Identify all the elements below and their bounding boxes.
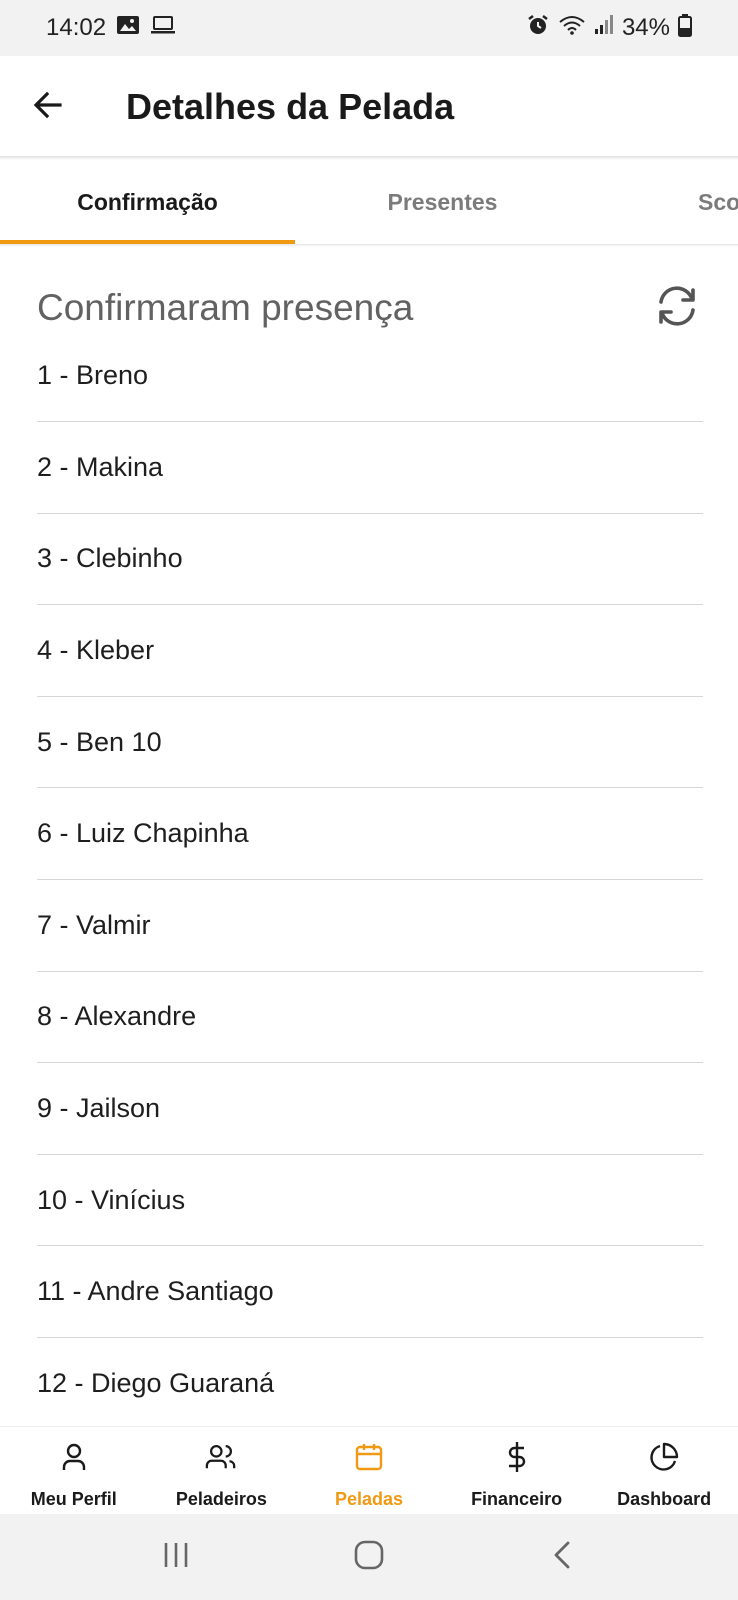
pie-chart-icon [648, 1441, 680, 1473]
page-title: Detalhes da Pelada [126, 86, 455, 127]
list-item[interactable]: 4 - Kleber [37, 605, 703, 697]
list-item[interactable]: 9 - Jailson [37, 1063, 703, 1155]
list-item[interactable]: 2 - Makina [37, 422, 703, 514]
nav-label: Dashboard [617, 1489, 712, 1509]
refresh-button[interactable] [651, 282, 703, 334]
system-nav-bar [0, 1514, 738, 1600]
nav-peladeiros[interactable]: Peladeiros [148, 1427, 296, 1514]
tab-bar: Confirmação Presentes Sco [0, 160, 738, 244]
app-bar: Detalhes da Pelada [0, 56, 738, 158]
list-item[interactable]: 5 - Ben 10 [37, 697, 703, 789]
signal-icon [594, 14, 614, 43]
tab-presentes[interactable]: Presentes [295, 160, 590, 244]
status-left: 14:02 [46, 14, 176, 43]
back-button[interactable] [24, 83, 72, 131]
tab-sco[interactable]: Sco [590, 160, 738, 244]
system-back-button[interactable] [532, 1532, 592, 1582]
list-item[interactable]: 10 - Vinícius [37, 1155, 703, 1247]
list-item[interactable]: 8 - Alexandre [37, 972, 703, 1064]
nav-label: Financeiro [471, 1489, 563, 1509]
home-button[interactable] [339, 1532, 399, 1582]
nav-peladas[interactable]: Peladas [295, 1427, 443, 1514]
alarm-icon [526, 13, 550, 44]
nav-label: Peladas [334, 1489, 403, 1509]
recent-apps-button[interactable] [146, 1532, 206, 1582]
dollar-icon [501, 1441, 533, 1473]
chevron-left-icon [552, 1540, 572, 1575]
laptop-icon [150, 14, 176, 43]
battery-icon [678, 13, 692, 44]
status-bar: 14:02 34% [0, 0, 738, 56]
list-item[interactable]: 3 - Clebinho [37, 514, 703, 606]
nav-label: Peladeiros [175, 1489, 267, 1509]
arrow-left-icon [32, 89, 64, 126]
battery-text: 34% [621, 14, 670, 41]
wifi-icon [558, 14, 586, 43]
users-icon [205, 1441, 237, 1473]
list-item[interactable]: 6 - Luiz Chapinha [37, 788, 703, 880]
image-icon [116, 14, 140, 43]
bottom-nav: Meu Perfil Peladeiros Peladas Financeiro… [0, 1426, 738, 1514]
section-title: Confirmaram presença [37, 287, 414, 328]
calendar-icon [353, 1441, 385, 1473]
list-item[interactable]: 7 - Valmir [37, 880, 703, 972]
list-item[interactable]: 1 - Breno [37, 332, 703, 422]
status-right: 34% [526, 13, 692, 44]
list-item[interactable]: 11 - Andre Santiago [37, 1246, 703, 1338]
nav-financeiro[interactable]: Financeiro [443, 1427, 591, 1514]
confirmed-players-list: 1 - Breno 2 - Makina 3 - Clebinho 4 - Kl… [37, 332, 703, 1430]
home-icon [353, 1539, 385, 1576]
tab-bar-divider [0, 244, 738, 247]
status-time: 14:02 [46, 14, 107, 41]
list-item[interactable]: 12 - Diego Guaraná [37, 1338, 703, 1430]
section-header: Confirmaram presença [37, 280, 703, 336]
tab-confirmacao[interactable]: Confirmação [0, 160, 295, 244]
refresh-icon [654, 285, 700, 332]
nav-label: Meu Perfil [30, 1489, 117, 1509]
nav-meu-perfil[interactable]: Meu Perfil [0, 1427, 148, 1514]
user-icon [58, 1441, 90, 1473]
recent-apps-icon [161, 1541, 191, 1574]
nav-dashboard[interactable]: Dashboard [590, 1427, 738, 1514]
